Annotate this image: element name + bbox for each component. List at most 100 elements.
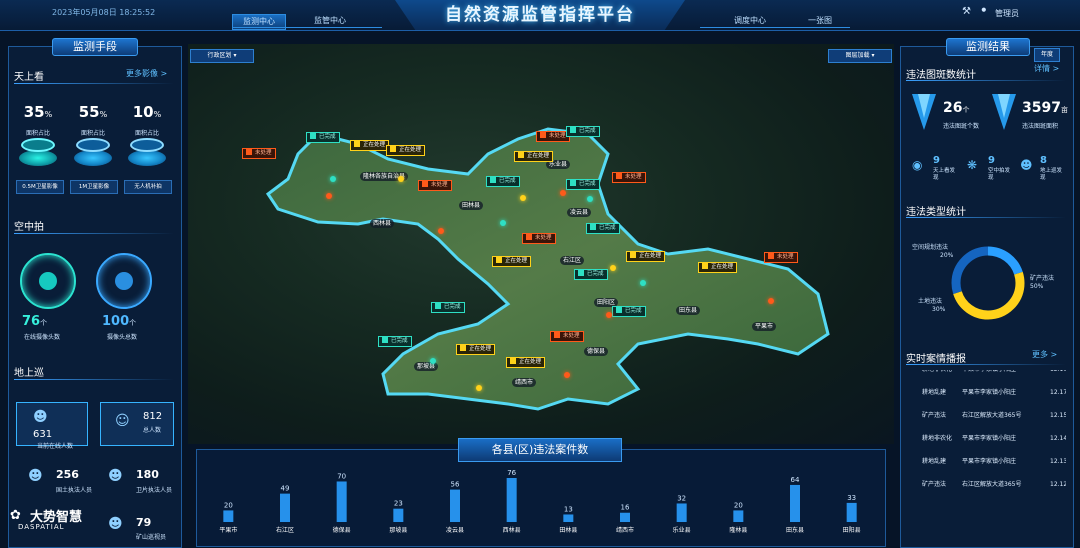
illegal-area-label: 违法图斑面积 xyxy=(1022,123,1059,130)
detail-link[interactable]: 详情 > xyxy=(1034,63,1059,74)
bar-5[interactable] xyxy=(506,478,517,522)
map-marker[interactable] xyxy=(326,193,332,199)
map-tag-pending[interactable]: 未处理 xyxy=(522,233,556,244)
tab-one-map[interactable]: 一张图 xyxy=(794,14,846,28)
map-marker[interactable] xyxy=(330,176,336,182)
map-marker[interactable] xyxy=(610,265,616,271)
map-tag-done[interactable]: 已完成 xyxy=(566,179,600,190)
map-marker[interactable] xyxy=(564,372,570,378)
map-tag-processing[interactable]: 正在处理 xyxy=(350,140,390,151)
map-tag-processing[interactable]: 正在处理 xyxy=(506,357,546,368)
bar-1[interactable] xyxy=(280,493,290,522)
wrench-icon[interactable]: ⚒ xyxy=(962,6,971,17)
type-label-space: 空间规划违法 xyxy=(912,244,949,251)
map-marker[interactable] xyxy=(438,228,444,234)
more-cases-link[interactable]: 更多 > xyxy=(1032,349,1057,360)
bar-category-label: 平果市 xyxy=(219,526,237,534)
case-row[interactable]: 矿产违法 右江区解放大道365号 12.12 xyxy=(906,473,1066,496)
map-tag-processing[interactable]: 正在处理 xyxy=(514,151,554,162)
county-label[interactable]: 靖西市 xyxy=(512,378,537,387)
user-name[interactable]: 管理员 xyxy=(995,8,1019,19)
case-type: 耕地乱建 xyxy=(922,458,947,465)
map-tag-pending[interactable]: 未处理 xyxy=(418,180,452,191)
county-label[interactable]: 右江区 xyxy=(560,256,585,265)
map-tag-processing[interactable]: 正在处理 xyxy=(456,344,496,355)
tag-label: 未处理 xyxy=(563,333,580,339)
bar-3[interactable] xyxy=(393,508,404,522)
map-marker[interactable] xyxy=(500,220,506,226)
total-staff-box[interactable]: ☺ 812 总人数 xyxy=(100,402,174,446)
map-marker[interactable] xyxy=(476,385,482,391)
case-row[interactable]: 耕地乱建 平果市李家镇小阳庄 12.13 xyxy=(906,450,1066,473)
user-avatar-icon[interactable]: ⚫ xyxy=(980,6,988,16)
county-label[interactable]: 德保县 xyxy=(584,347,609,356)
case-row[interactable]: 耕地非农化平果市李家镇小阳庄 12.16 xyxy=(906,370,1066,381)
map-marker[interactable] xyxy=(587,196,593,202)
map-tag-done[interactable]: 已完成 xyxy=(612,306,646,317)
county-label[interactable]: 凌云县 xyxy=(567,208,592,217)
tag-label: 未处理 xyxy=(535,235,552,241)
map-tag-done[interactable]: 已完成 xyxy=(306,132,340,143)
map-marker[interactable] xyxy=(398,176,404,182)
case-row[interactable]: 矿产违法 右江区解放大道365号 12.15 xyxy=(906,404,1066,427)
tab-supervise-center[interactable]: 监管中心 xyxy=(304,14,356,28)
bar-category-label: 靖西市 xyxy=(616,526,634,534)
map-tag-processing[interactable]: 正在处理 xyxy=(626,251,666,262)
region-shape xyxy=(265,127,830,411)
map-marker[interactable] xyxy=(520,195,526,201)
bar-0[interactable] xyxy=(223,510,234,522)
county-label[interactable]: 田东县 xyxy=(676,306,701,315)
bar-11[interactable] xyxy=(846,502,857,522)
chip-1m[interactable]: 1M卫星影像 xyxy=(70,180,118,194)
bar-4[interactable] xyxy=(450,489,460,522)
map-tag-pending[interactable]: 未处理 xyxy=(536,131,570,142)
map-tag-pending[interactable]: 未处理 xyxy=(612,172,646,183)
county-label[interactable]: 西林县 xyxy=(370,219,395,228)
map-tag-pending[interactable]: 未处理 xyxy=(242,148,276,159)
case-row[interactable]: 耕地乱建 平果市李家镇小阳庄 12.17 xyxy=(906,381,1066,404)
bar-10[interactable] xyxy=(790,484,800,522)
map-tag-done[interactable]: 已完成 xyxy=(378,336,412,347)
chip-0.5m[interactable]: 0.5M卫星影像 xyxy=(16,180,64,194)
tag-icon xyxy=(422,181,428,187)
case-row[interactable]: 耕地非农化 平果市李家镇小阳庄 12.14 xyxy=(906,427,1066,450)
map-tag-done[interactable]: 已完成 xyxy=(586,223,620,234)
bar-category-label: 那坡县 xyxy=(389,526,407,534)
bar-category-label: 隆林县 xyxy=(729,526,747,534)
map-marker[interactable] xyxy=(768,298,774,304)
map-marker[interactable] xyxy=(430,358,436,364)
map-tag-done[interactable]: 已完成 xyxy=(486,176,520,187)
map-tag-done[interactable]: 已完成 xyxy=(574,269,608,280)
county-label[interactable]: 田林县 xyxy=(459,201,484,210)
map-marker[interactable] xyxy=(606,312,612,318)
map-tag-pending[interactable]: 未处理 xyxy=(764,252,798,263)
map-tag-done[interactable]: 已完成 xyxy=(566,126,600,137)
map-marker[interactable] xyxy=(640,280,646,286)
more-images-link[interactable]: 更多影像 > xyxy=(126,68,167,79)
case-address: 平果市李家镇小阳庄 xyxy=(962,370,1016,381)
county-label[interactable]: 平果市 xyxy=(752,322,777,331)
map-tag-processing[interactable]: 正在处理 xyxy=(492,256,532,267)
bar-2[interactable] xyxy=(336,481,347,522)
logo-mark-icon: ✿ xyxy=(10,508,21,523)
map-tag-processing[interactable]: 正在处理 xyxy=(698,262,738,273)
tag-label: 已完成 xyxy=(625,308,642,314)
chip-drone[interactable]: 无人机补拍 xyxy=(124,180,172,194)
map-marker[interactable] xyxy=(560,190,566,196)
bar-9[interactable] xyxy=(733,510,744,522)
year-badge[interactable]: 年度 xyxy=(1034,48,1060,62)
layer-dropdown[interactable]: 图层加载 ▾ xyxy=(828,49,892,63)
tag-icon xyxy=(768,253,774,259)
tab-dispatch-center[interactable]: 调度中心 xyxy=(724,14,776,28)
map-tag-pending[interactable]: 未处理 xyxy=(550,331,584,342)
map-tag-processing[interactable]: 正在处理 xyxy=(386,145,426,156)
bar-6[interactable] xyxy=(563,514,574,522)
case-list[interactable]: 耕地非农化平果市李家镇小阳庄12.16耕地乱建平果市李家镇小阳庄12.17矿产违… xyxy=(906,370,1066,546)
bar-value-label: 32 xyxy=(677,494,686,502)
online-staff-box[interactable]: ☻ 631 当前在线人数 xyxy=(16,402,88,450)
map-tag-done[interactable]: 已完成 xyxy=(431,302,465,313)
district-dropdown[interactable]: 行政区划 ▾ xyxy=(190,49,254,63)
bar-8[interactable] xyxy=(676,503,687,522)
tag-label: 正在处理 xyxy=(711,264,734,270)
bar-7[interactable] xyxy=(620,512,630,522)
